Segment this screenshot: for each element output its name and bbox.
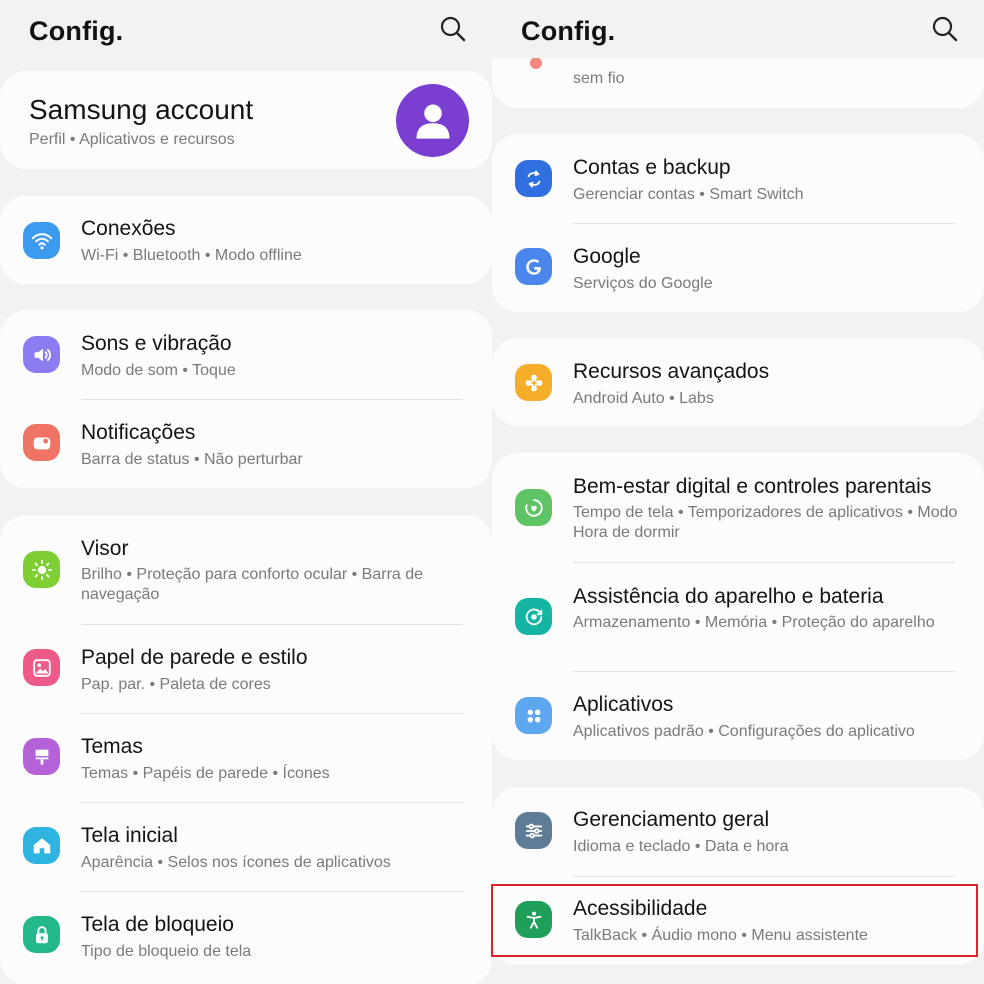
gear-plus-icon <box>515 364 552 401</box>
settings-item-display[interactable]: Visor Brilho • Proteção para conforto oc… <box>0 515 492 624</box>
sun-icon <box>23 551 60 588</box>
settings-item-sounds[interactable]: Sons e vibração Modo de som • Toque <box>0 310 492 399</box>
accessibility-highlight-box <box>491 884 978 957</box>
item-subtitle: Android Auto • Labs <box>573 390 714 407</box>
item-title: Recursos avançados <box>573 360 770 383</box>
item-subtitle: Idioma e teclado • Data e hora <box>573 838 789 855</box>
top-bar: Config. <box>492 0 984 58</box>
wifi-icon <box>23 222 60 259</box>
image-icon <box>23 649 60 686</box>
item-subtitle: Serviços do Google <box>573 275 713 292</box>
notification-icon <box>23 424 60 461</box>
item-title: Contas e backup <box>573 156 731 179</box>
account-title-text: Samsung account <box>29 94 254 125</box>
lock-icon <box>23 916 60 953</box>
item-subtitle: Gerenciar contas • Smart Switch <box>573 186 804 203</box>
settings-item-connections[interactable]: Conexões Wi-Fi • Bluetooth • Modo offlin… <box>0 196 492 284</box>
item-subtitle: Tipo de bloqueio de tela <box>81 943 252 960</box>
settings-item-home-screen[interactable]: Tela inicial Aparência • Selos nos ícone… <box>0 802 492 891</box>
item-title: Google <box>573 245 641 268</box>
item-title: Tela inicial <box>81 824 178 847</box>
brush-icon <box>23 738 60 775</box>
advanced-card: Recursos avançados Android Auto • Labs <box>492 338 984 426</box>
top-bar: Config. <box>0 0 492 62</box>
device-care-icon <box>515 598 552 635</box>
sync-icon <box>515 160 552 197</box>
item-subtitle: Pap. par. • Paleta de cores <box>81 676 271 693</box>
item-title: Tela de bloqueio <box>81 913 234 936</box>
item-title: Assistência do aparelho e bateria <box>573 585 884 608</box>
item-title: Bem-estar digital e controles parentais <box>573 475 932 498</box>
wellbeing-card: Bem-estar digital e controles parentais … <box>492 453 984 760</box>
item-subtitle: Temas • Papéis de parede • Ícones <box>81 765 330 782</box>
search-icon[interactable] <box>930 14 960 44</box>
page-title: Config. <box>29 16 124 46</box>
search-icon[interactable] <box>438 14 468 44</box>
item-subtitle: Modo de som • Toque <box>81 362 236 379</box>
item-title: Temas <box>81 735 143 758</box>
item-subtitle: Tempo de tela • Temporizadores de aplica… <box>573 504 958 541</box>
item-subtitle: Wi-Fi • Bluetooth • Modo offline <box>81 247 302 264</box>
settings-item-accounts-backup[interactable]: Contas e backup Gerenciar contas • Smart… <box>492 134 984 223</box>
item-title: Visor <box>81 537 129 560</box>
settings-item-advanced-features[interactable]: Recursos avançados Android Auto • Labs <box>492 338 984 426</box>
partial-icon <box>530 57 542 69</box>
sliders-icon <box>515 812 552 849</box>
volume-icon <box>23 336 60 373</box>
home-icon <box>23 827 60 864</box>
item-subtitle: Barra de status • Não perturbar <box>81 451 303 468</box>
connections-card: Conexões Wi-Fi • Bluetooth • Modo offlin… <box>0 196 492 284</box>
google-icon <box>515 248 552 285</box>
item-title: Gerenciamento geral <box>573 808 770 831</box>
settings-item-notifications[interactable]: Notificações Barra de status • Não pertu… <box>0 399 492 488</box>
settings-item-apps[interactable]: Aplicativos Aplicativos padrão • Configu… <box>492 671 984 760</box>
settings-item-digital-wellbeing[interactable]: Bem-estar digital e controles parentais … <box>492 453 984 562</box>
item-title: Sons e vibração <box>81 332 232 355</box>
settings-item-lock-screen[interactable]: Tela de bloqueio Tipo de bloqueio de tel… <box>0 891 492 980</box>
settings-item-general-management[interactable]: Gerenciamento geral Idioma e teclado • D… <box>492 787 984 876</box>
settings-item-device-care[interactable]: Assistência do aparelho e bateria Armaze… <box>492 562 984 671</box>
avatar[interactable] <box>396 84 469 157</box>
item-title: Notificações <box>81 421 196 444</box>
page-title: Config. <box>521 16 616 46</box>
accounts-card: Contas e backup Gerenciar contas • Smart… <box>492 134 984 312</box>
account-subtitle-text: Perfil • Aplicativos e recursos <box>29 131 235 148</box>
partial-subtitle: sem fio <box>573 70 625 87</box>
settings-item-google[interactable]: Google Serviços do Google <box>492 223 984 312</box>
settings-panel-right: sem fio Config. Contas e backup Gerencia… <box>492 0 984 984</box>
display-card: Visor Brilho • Proteção para conforto oc… <box>0 515 492 984</box>
sounds-card: Sons e vibração Modo de som • Toque Noti… <box>0 310 492 488</box>
settings-item-wallpaper[interactable]: Papel de parede e estilo Pap. par. • Pal… <box>0 624 492 713</box>
item-title: Conexões <box>81 217 176 240</box>
item-subtitle: Armazenamento • Memória • Proteção do ap… <box>573 614 935 631</box>
item-subtitle: Aparência • Selos nos ícones de aplicati… <box>81 854 391 871</box>
apps-icon <box>515 697 552 734</box>
item-subtitle: Aplicativos padrão • Configurações do ap… <box>573 723 915 740</box>
wellbeing-icon <box>515 489 552 526</box>
item-subtitle: Brilho • Proteção para conforto ocular •… <box>81 566 424 603</box>
item-title: Papel de parede e estilo <box>81 646 308 669</box>
settings-panel-left: Config. Samsung account Perfil • Aplicat… <box>0 0 492 984</box>
settings-item-themes[interactable]: Temas Temas • Papéis de parede • Ícones <box>0 713 492 802</box>
item-title: Aplicativos <box>573 693 674 716</box>
